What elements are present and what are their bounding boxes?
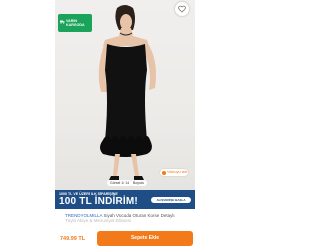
promo-banner[interactable]: 1000 TL VE ÜZERİ ILK SİPARİŞİNE 100 TL İ… bbox=[55, 190, 195, 209]
watch-video-button[interactable]: Videoyu izle bbox=[160, 169, 188, 176]
promo-title: 100 TL İNDİRİM! bbox=[59, 196, 138, 207]
badge-line-2: KARGODA bbox=[66, 23, 85, 27]
product-title-line-2: Tüylü Abiye & Mezuniyet Elbisesi bbox=[65, 218, 132, 223]
size-pill[interactable]: Boyutu bbox=[130, 180, 147, 186]
play-icon bbox=[162, 170, 166, 175]
heart-icon bbox=[178, 5, 186, 13]
favorite-button[interactable] bbox=[175, 2, 189, 16]
watch-video-label: Videoyu izle bbox=[167, 170, 188, 174]
product-price: 749.99 TL bbox=[60, 236, 86, 242]
free-shipping-badge: VARIN KARGODA bbox=[58, 14, 92, 32]
image-counter-pill: Görsel 1/ 14 bbox=[107, 180, 133, 186]
add-to-cart-button[interactable]: Sepete Ekle bbox=[97, 231, 193, 246]
promo-cta-button[interactable]: ALIŞVERİŞE BAŞLA bbox=[151, 197, 191, 203]
truck-icon bbox=[60, 20, 65, 24]
